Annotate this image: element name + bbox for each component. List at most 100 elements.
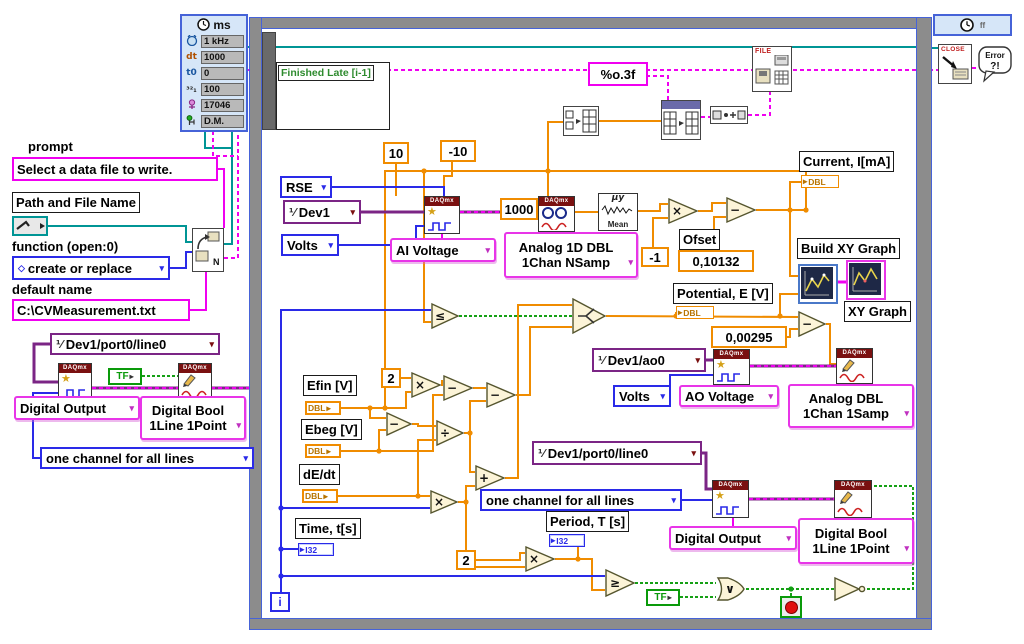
finished-late-box[interactable]: Finished Late [i-1] bbox=[276, 62, 390, 130]
digital-left-write-type-dropdown[interactable]: Digital Bool 1Line 1Point ▾ bbox=[140, 396, 246, 440]
dedt-dbl-terminal[interactable]: DBL▸ bbox=[302, 489, 338, 503]
timed-loop-left-data-node[interactable] bbox=[262, 32, 276, 130]
write-file-glyph bbox=[753, 55, 791, 89]
boolean-constant-bottom[interactable]: TF▸ bbox=[646, 589, 680, 606]
chevron-down-icon: ▾ bbox=[321, 182, 326, 193]
ai-device-dropdown[interactable]: ⅟ Dev1 ▾ bbox=[283, 200, 361, 224]
greater-equal-operator[interactable]: ≥ bbox=[605, 569, 635, 597]
timed-loop-offset-value[interactable]: 0 bbox=[201, 67, 244, 80]
timed-loop-row-name[interactable]: D.M. bbox=[182, 113, 246, 129]
timed-loop-row-period[interactable]: dt 1000 bbox=[182, 49, 246, 65]
period-i32-terminal[interactable]: ▸I32 bbox=[549, 534, 585, 547]
timed-loop-source-value[interactable]: 1 kHz bbox=[201, 35, 244, 48]
daqmx-create-channel-ai-icon[interactable]: DAQmx ★ bbox=[424, 196, 460, 234]
daqmx-create-channel-ao-icon[interactable]: DAQmx ★ bbox=[713, 349, 750, 385]
iteration-terminal[interactable]: i bbox=[270, 592, 290, 612]
efin-dbl-terminal[interactable]: DBL▸ bbox=[305, 401, 341, 415]
write-to-file-icon[interactable]: FILE bbox=[752, 46, 792, 92]
timed-loop-border-bottom[interactable] bbox=[249, 618, 932, 630]
path-control[interactable] bbox=[12, 216, 48, 236]
timed-loop-period-value[interactable]: 1000 bbox=[201, 51, 244, 64]
select-function[interactable] bbox=[572, 298, 606, 334]
chevron-down-icon: ▾ bbox=[904, 541, 909, 556]
subtract-operator-2[interactable]: − bbox=[443, 375, 473, 401]
timed-loop-row-offset[interactable]: t0 0 bbox=[182, 65, 246, 81]
digital-left-mode-dropdown[interactable]: Digital Output ▾ bbox=[14, 396, 140, 420]
build-array-glyph bbox=[564, 107, 598, 135]
timed-loop-processor-value[interactable]: 17046 bbox=[201, 99, 244, 112]
timed-loop-row-processor[interactable]: 17046 bbox=[182, 97, 246, 113]
gain-constant[interactable]: -1 bbox=[641, 247, 669, 267]
digital-right-channel-dropdown[interactable]: ⅟ Dev1/port0/line0 ▾ bbox=[532, 441, 702, 465]
ebeg-dbl-terminal[interactable]: DBL▸ bbox=[305, 444, 341, 458]
timed-loop-row-source[interactable]: 1 kHz bbox=[182, 33, 246, 49]
stop-button-terminal[interactable] bbox=[780, 596, 802, 618]
ai-measurement-dropdown[interactable]: AI Voltage ▾ bbox=[390, 238, 496, 262]
daqmx-write-do-right-icon[interactable]: DAQmx bbox=[834, 480, 872, 518]
timed-loop-row-priority[interactable]: ³²₁ 100 bbox=[182, 81, 246, 97]
format-string-constant[interactable]: %o.3f bbox=[588, 62, 648, 86]
subtract-operator-4[interactable]: − bbox=[386, 412, 412, 436]
or-operator[interactable]: ∨ bbox=[716, 576, 746, 602]
timed-loop-border-left[interactable] bbox=[249, 17, 262, 630]
ao-units-dropdown[interactable]: Volts ▾ bbox=[613, 385, 671, 407]
build-array-icon[interactable] bbox=[563, 106, 599, 136]
prompt-string-constant[interactable]: Select a data file to write. bbox=[12, 157, 218, 181]
add-operator[interactable]: + bbox=[475, 465, 505, 491]
open-create-replace-file-icon[interactable]: N bbox=[192, 228, 224, 272]
daqmx-read-icon[interactable]: DAQmx bbox=[538, 196, 575, 232]
chevron-down-icon: ▾ bbox=[236, 418, 241, 433]
timed-loop-name-value[interactable]: D.M. bbox=[201, 115, 244, 128]
timed-loop-priority-value[interactable]: 100 bbox=[201, 83, 244, 96]
close-text: CLOSE bbox=[939, 45, 971, 53]
multiply-operator-2[interactable]: × bbox=[411, 372, 441, 398]
digital-left-channel-dropdown[interactable]: ⅟ Dev1/port0/line0 ▾ bbox=[50, 333, 220, 355]
current-dbl-terminal[interactable]: ▸DBL bbox=[801, 175, 839, 188]
two-constant-a[interactable]: 2 bbox=[381, 368, 401, 388]
time-i32-terminal[interactable]: ▸I32 bbox=[298, 543, 334, 556]
subtract-operator[interactable]: − bbox=[726, 197, 756, 223]
samples-constant[interactable]: 1000 bbox=[500, 198, 538, 220]
xy-graph-terminal-icon[interactable] bbox=[846, 260, 886, 300]
ai-units-dropdown[interactable]: Volts ▾ bbox=[281, 234, 339, 256]
true-constant-left[interactable]: TF▸ bbox=[108, 368, 142, 385]
concatenate-strings-icon[interactable] bbox=[710, 106, 748, 124]
ai-read-mode-dropdown[interactable]: Analog 1D DBL 1Chan NSamp ▾ bbox=[504, 232, 638, 278]
build-xy-graph-icon[interactable] bbox=[798, 264, 838, 304]
digital-right-grouping-dropdown[interactable]: one channel for all lines ▾ bbox=[480, 489, 682, 511]
function-dropdown[interactable]: ◇ create or replace ▾ bbox=[12, 256, 170, 280]
default-name-constant[interactable]: C:\CVMeasurement.txt bbox=[12, 299, 190, 321]
not-operator[interactable] bbox=[834, 577, 866, 601]
digital-left-grouping-dropdown[interactable]: one channel for all lines ▾ bbox=[40, 447, 254, 469]
daqmx-create-channel-do-right-icon[interactable]: DAQmx ★ bbox=[712, 480, 749, 518]
offset-constant[interactable]: 0,10132 bbox=[678, 250, 754, 272]
subtract-operator-ao[interactable]: − bbox=[798, 311, 826, 337]
ao-measurement-dropdown[interactable]: AO Voltage ▾ bbox=[679, 385, 779, 407]
digital-right-write-type-dropdown[interactable]: Digital Bool 1Line 1Point ▾ bbox=[798, 518, 914, 564]
daqmx-write-ao-icon[interactable]: DAQmx bbox=[836, 348, 873, 384]
potential-dbl-terminal[interactable]: ▸DBL bbox=[676, 306, 714, 319]
ao-channel-dropdown[interactable]: ⅟ Dev1/ao0 ▾ bbox=[592, 348, 706, 372]
low-limit-constant[interactable]: -10 bbox=[440, 140, 476, 162]
error-handler-icon[interactable]: Error ?! bbox=[978, 46, 1012, 84]
timed-loop-input-node[interactable]: ms 1 kHz dt 1000 t0 0 ³²₁ 100 17046 D.M. bbox=[180, 14, 248, 132]
high-limit-constant[interactable]: 10 bbox=[383, 142, 409, 164]
chevron-down-icon: ▾ bbox=[350, 207, 355, 218]
number-to-string-array-icon[interactable] bbox=[661, 100, 701, 140]
subtract-operator-3[interactable]: − bbox=[486, 382, 516, 408]
divide-operator[interactable]: ÷ bbox=[436, 420, 464, 446]
terminal-config-dropdown[interactable]: RSE ▾ bbox=[280, 176, 332, 198]
less-equal-operator[interactable]: ≤ bbox=[431, 303, 459, 329]
ao-write-mode-dropdown[interactable]: Analog DBL 1Chan 1Samp ▾ bbox=[788, 384, 914, 428]
ao-offset-constant[interactable]: 0,00295 bbox=[711, 326, 787, 348]
timed-loop-output-node[interactable]: ff bbox=[933, 14, 1012, 36]
mean-vi-icon[interactable]: μy Mean bbox=[598, 193, 638, 231]
timed-loop-border-right[interactable] bbox=[916, 17, 932, 630]
digital-right-mode-dropdown[interactable]: Digital Output ▾ bbox=[669, 526, 797, 550]
two-constant-b[interactable]: 2 bbox=[456, 550, 476, 570]
multiply-operator[interactable]: × bbox=[668, 198, 698, 224]
multiply-operator-4[interactable]: × bbox=[525, 546, 555, 572]
multiply-operator-3[interactable]: × bbox=[430, 490, 458, 514]
close-file-icon[interactable]: CLOSE bbox=[938, 44, 972, 84]
timed-loop-border-top[interactable] bbox=[249, 17, 932, 29]
